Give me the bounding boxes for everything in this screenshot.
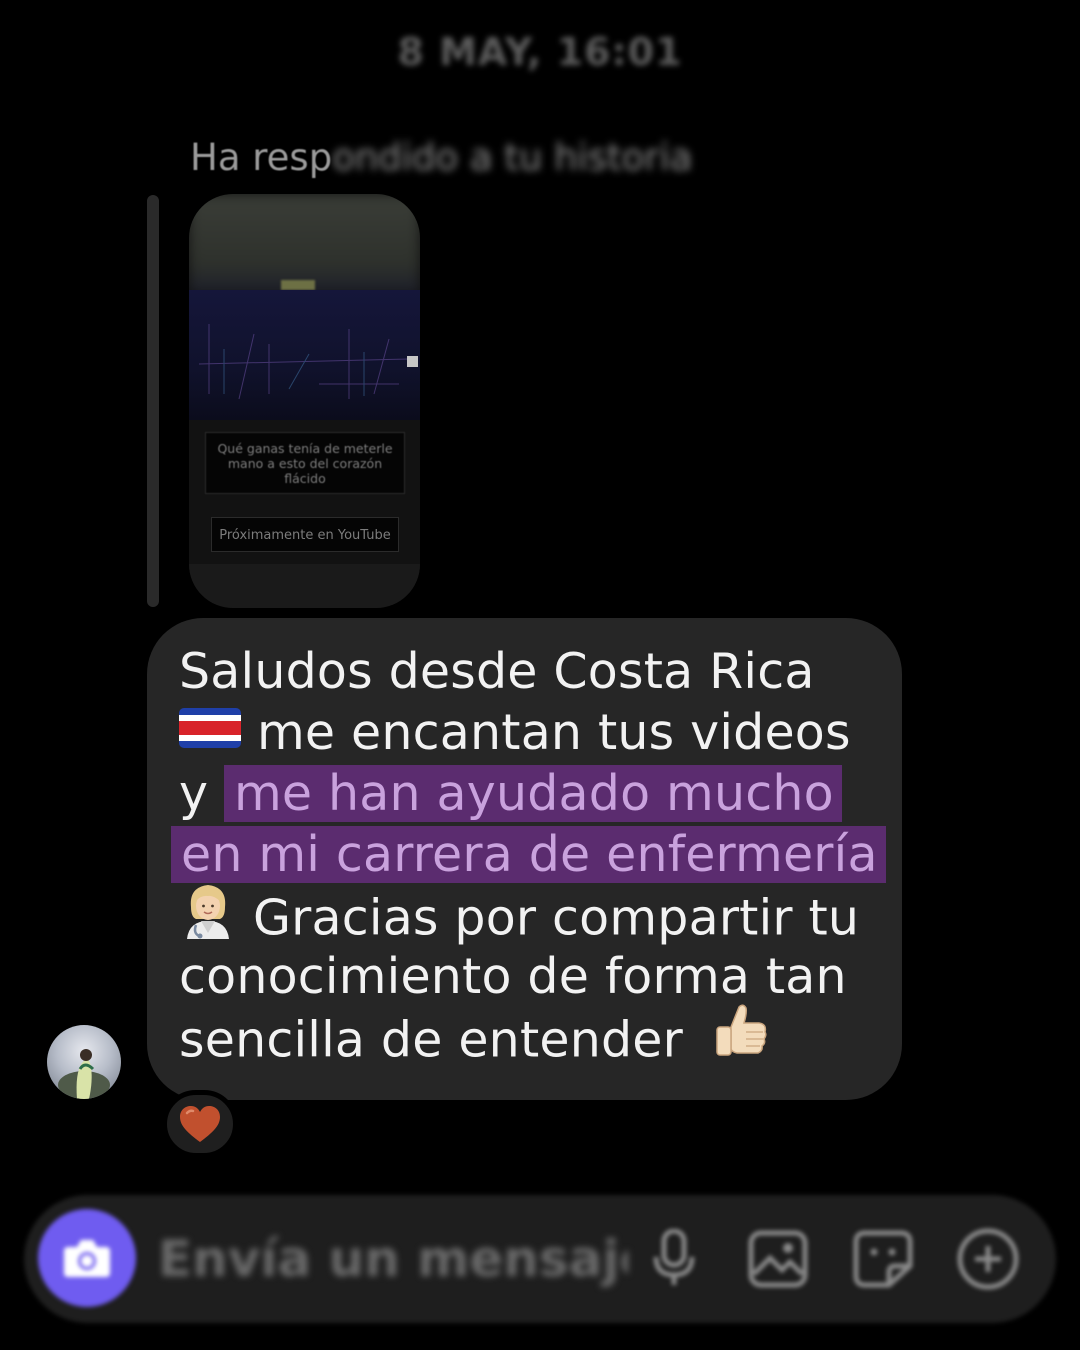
reply-indicator-bar (147, 195, 159, 607)
story-caption: Qué ganas tenía de meterle mano a esto d… (205, 432, 405, 494)
message-text: y (179, 765, 209, 822)
message-reaction[interactable] (162, 1090, 238, 1158)
thumbs-up-icon (713, 1003, 769, 1075)
message-line: me encantan tus videos (179, 702, 902, 763)
message-line: y me han ayudado mucho (179, 763, 902, 824)
message-line: sencilla de entender (179, 1004, 902, 1069)
camera-button[interactable] (38, 1209, 136, 1307)
message-text: sencilla de entender (179, 1011, 683, 1069)
story-lamp (281, 280, 315, 290)
avatar-photo (58, 1049, 110, 1099)
costa-rica-flag-icon (179, 701, 241, 762)
sticker-icon (853, 1230, 913, 1288)
nurse-emoji-icon (179, 881, 237, 953)
message-line: conocimiento de forma tan (179, 946, 902, 1007)
story-preview[interactable]: Qué ganas tenía de meterle mano a esto d… (189, 194, 420, 608)
more-button[interactable] (951, 1222, 1025, 1296)
message-line: en mi carrera de enfermería (171, 824, 902, 885)
sender-avatar[interactable] (47, 1025, 121, 1099)
message-bubble[interactable]: Saludos desde Costa Rica me encantan tus… (147, 618, 902, 1100)
story-reply-label: Ha respondido a tu historia (190, 136, 692, 179)
gallery-icon (748, 1230, 808, 1288)
story-bottom-fade (189, 564, 420, 608)
microphone-button[interactable] (637, 1222, 711, 1296)
story-image-top (189, 194, 420, 294)
story-reply-label-visible: Ha resp (190, 136, 333, 179)
gallery-button[interactable] (741, 1222, 815, 1296)
message-line: Gracias por compartir tu (179, 885, 902, 947)
story-scene-lines (199, 324, 410, 400)
message-text: me encantan tus videos (257, 704, 851, 761)
microphone-icon (653, 1229, 695, 1285)
heart-icon (180, 1106, 220, 1142)
story-coming-soon-label: Próximamente en YouTube (211, 517, 399, 552)
message-line: Saludos desde Costa Rica (179, 641, 902, 702)
camera-icon (64, 1240, 110, 1277)
plus-circle-icon (957, 1228, 1019, 1290)
story-light-square (407, 356, 418, 367)
message-text: conocimiento de forma tan (179, 948, 847, 1005)
message-text: Saludos desde Costa Rica (179, 643, 815, 700)
message-text: Gracias por compartir tu (253, 889, 860, 947)
message-input[interactable] (158, 1229, 628, 1289)
highlighted-text: me han ayudado mucho (223, 765, 842, 822)
story-reply-label-blurred: ondido a tu historia (332, 136, 693, 179)
highlighted-text: en mi carrera de enfermería (171, 826, 886, 883)
sticker-button[interactable] (846, 1222, 920, 1296)
message-timestamp: 8 MAY, 16:01 (397, 30, 683, 74)
